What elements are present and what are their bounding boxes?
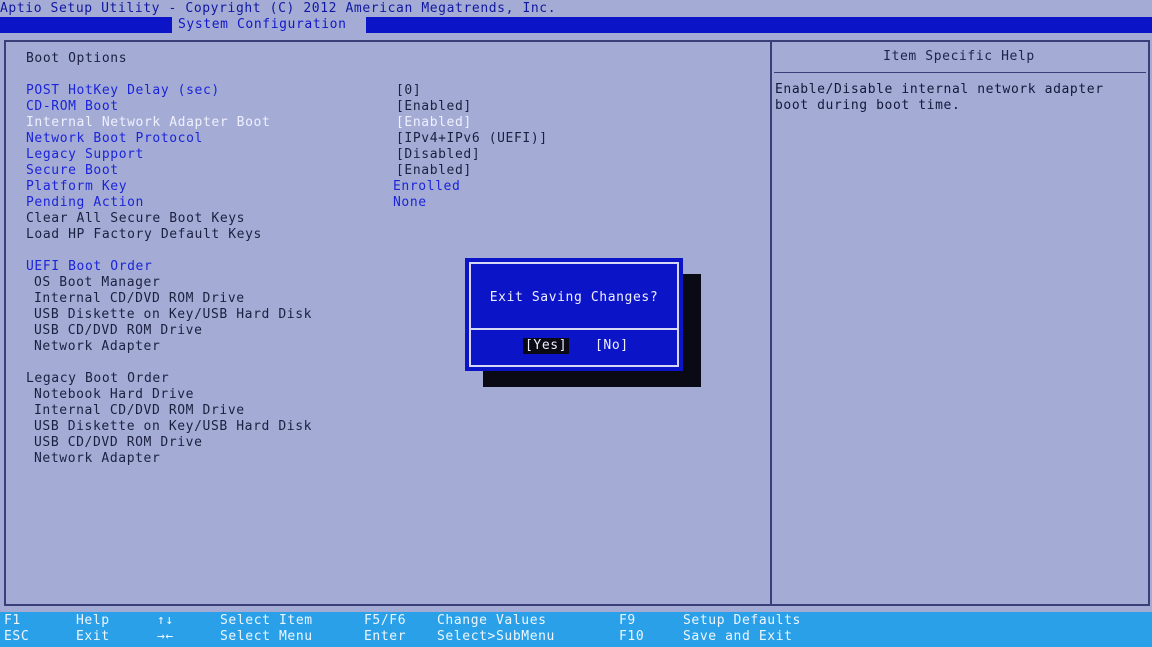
tab-system-configuration[interactable]: System Configuration xyxy=(172,17,366,33)
uefi-boot-item[interactable]: USB CD/DVD ROM Drive xyxy=(34,323,203,339)
exit-saving-dialog: Exit Saving Changes? [Yes] [No] xyxy=(465,258,683,371)
key-enter-action: Select>SubMenu xyxy=(437,629,555,644)
value-platform-key: Enrolled xyxy=(393,179,461,194)
menu-item-load-factory-default-keys[interactable]: Load HP Factory Default Keys xyxy=(26,227,262,243)
yes-button[interactable]: [Yes] xyxy=(523,338,570,354)
dialog-divider xyxy=(471,328,677,330)
key-f10-action: Save and Exit xyxy=(683,629,793,644)
menu-item-internal-network-adapter-boot[interactable]: Internal Network Adapter Boot xyxy=(26,115,270,131)
menu-item-platform-key[interactable]: Platform Key xyxy=(26,179,127,195)
key-f5f6: F5/F6 xyxy=(364,613,407,628)
menu-item-clear-secure-boot-keys[interactable]: Clear All Secure Boot Keys xyxy=(26,211,245,227)
key-esc-action: Exit xyxy=(76,629,110,644)
arrow-leftright-icon: →← xyxy=(157,629,174,644)
app-title: Aptio Setup Utility - Copyright (C) 2012… xyxy=(0,1,557,16)
section-heading-legacy-boot-order: Legacy Boot Order xyxy=(26,371,170,386)
menu-item-cdrom-boot[interactable]: CD-ROM Boot xyxy=(26,99,119,115)
uefi-boot-item[interactable]: OS Boot Manager xyxy=(34,275,160,291)
key-f1-action: Help xyxy=(76,613,110,628)
value-pending-action: None xyxy=(393,195,427,210)
legacy-boot-item: Network Adapter xyxy=(34,451,161,466)
legacy-boot-item: USB Diskette on Key/USB Hard Disk xyxy=(34,419,313,434)
value-internal-network-adapter-boot[interactable]: [Enabled] xyxy=(396,115,472,131)
no-button[interactable]: [No] xyxy=(595,338,629,354)
help-text: Enable/Disable internal network adapter … xyxy=(775,82,1104,113)
arrow-updown-icon: ↑↓ xyxy=(157,613,174,628)
legacy-boot-item: Notebook Hard Drive xyxy=(34,387,195,402)
help-divider xyxy=(774,72,1146,73)
menu-item-secure-boot[interactable]: Secure Boot xyxy=(26,163,119,179)
uefi-boot-item[interactable]: Internal CD/DVD ROM Drive xyxy=(34,291,245,307)
value-network-boot-protocol[interactable]: [IPv4+IPv6 (UEFI)] xyxy=(396,131,548,147)
legacy-boot-item: USB CD/DVD ROM Drive xyxy=(34,435,203,450)
uefi-boot-item[interactable]: Network Adapter xyxy=(34,339,160,355)
value-post-hotkey-delay[interactable]: [0] xyxy=(396,83,421,99)
key-esc: ESC xyxy=(4,629,30,644)
key-select-menu-action: Select Menu xyxy=(220,629,313,644)
panel-divider xyxy=(770,42,772,604)
dialog-message: Exit Saving Changes? xyxy=(489,290,659,305)
section-heading-boot-options: Boot Options xyxy=(26,51,128,66)
key-f5f6-action: Change Values xyxy=(437,613,547,628)
legacy-boot-item: Internal CD/DVD ROM Drive xyxy=(34,403,245,418)
value-cdrom-boot[interactable]: [Enabled] xyxy=(396,99,472,115)
key-f9: F9 xyxy=(619,613,636,628)
help-heading: Item Specific Help xyxy=(883,49,1035,64)
value-secure-boot[interactable]: [Enabled] xyxy=(396,163,472,179)
dialog-frame: Exit Saving Changes? [Yes] [No] xyxy=(469,262,679,367)
section-heading-uefi-boot-order[interactable]: UEFI Boot Order xyxy=(26,259,152,275)
key-f9-action: Setup Defaults xyxy=(683,613,801,628)
menu-item-legacy-support[interactable]: Legacy Support xyxy=(26,147,144,163)
title-bar: Aptio Setup Utility - Copyright (C) 2012… xyxy=(0,0,1152,33)
uefi-boot-item[interactable]: USB Diskette on Key/USB Hard Disk xyxy=(34,307,312,323)
key-f10: F10 xyxy=(619,629,645,644)
menu-item-pending-action[interactable]: Pending Action xyxy=(26,195,144,211)
key-help-footer: F1 Help ESC Exit ↑↓ Select Item →← Selec… xyxy=(0,612,1152,647)
key-select-item-action: Select Item xyxy=(220,613,313,628)
key-f1: F1 xyxy=(4,613,21,628)
key-enter: Enter xyxy=(364,629,407,644)
value-legacy-support[interactable]: [Disabled] xyxy=(396,147,480,163)
menu-item-network-boot-protocol[interactable]: Network Boot Protocol xyxy=(26,131,203,147)
menu-item-post-hotkey-delay[interactable]: POST HotKey Delay (sec) xyxy=(26,83,220,99)
